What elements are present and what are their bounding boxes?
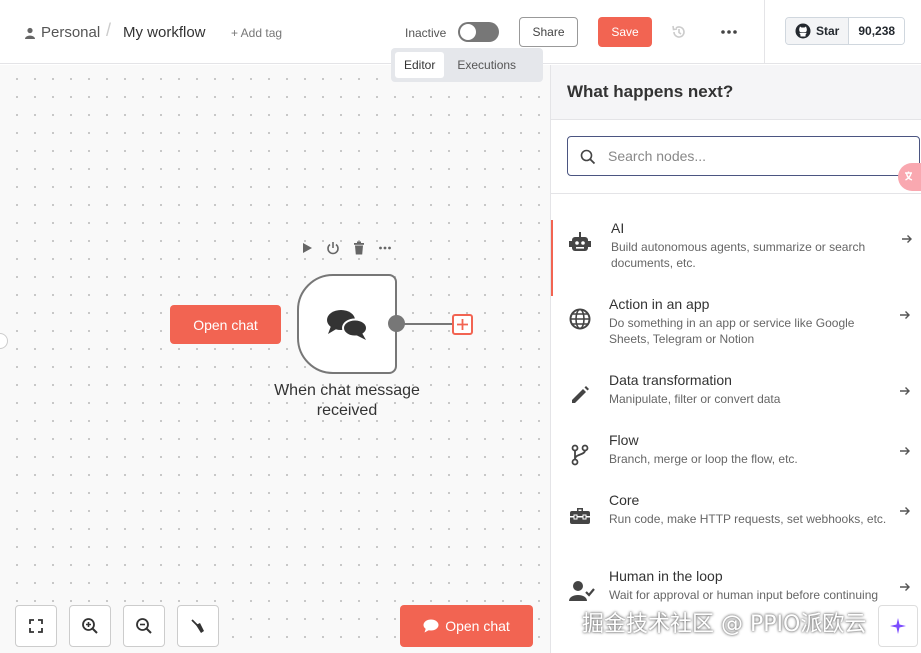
add-node-button[interactable] <box>452 314 473 335</box>
arrow-right-icon <box>900 507 910 515</box>
node-search-box[interactable] <box>567 136 920 176</box>
user-check-icon <box>569 581 595 601</box>
category-description: Wait for approval or human input before … <box>609 588 879 602</box>
open-chat-button[interactable]: Open chat <box>400 605 533 647</box>
node-label: When chat message received <box>274 382 420 419</box>
watermark: 掘金技术社区 @ PPIO派欧云 <box>582 612 867 637</box>
broom-icon <box>191 619 204 633</box>
category-description: Manipulate, filter or convert data <box>609 392 781 406</box>
toolbox-icon <box>570 508 590 524</box>
zoom-out-button[interactable] <box>123 605 165 647</box>
node-connection-line <box>404 323 452 325</box>
chat-icon <box>423 619 439 633</box>
breadcrumb-personal[interactable]: Personal <box>24 24 100 41</box>
category-title: Flow <box>609 432 639 448</box>
zoom-in-icon <box>82 618 98 634</box>
history-icon[interactable] <box>671 24 687 40</box>
pen-icon <box>572 386 589 403</box>
open-chat-node-button[interactable]: Open chat <box>170 305 281 344</box>
more-options-icon[interactable] <box>720 24 738 40</box>
node-creator-panel: What happens next? AI Build autonomous a… <box>550 65 921 653</box>
fit-view-button[interactable] <box>15 605 57 647</box>
arrow-right-icon <box>900 583 910 591</box>
user-icon <box>25 27 35 39</box>
category-core[interactable]: Core Run code, make HTTP requests, set w… <box>551 492 921 568</box>
canvas-edge-handle[interactable] <box>0 333 8 349</box>
toggle-knob <box>460 24 476 40</box>
zoom-in-button[interactable] <box>69 605 111 647</box>
translate-extension-badge[interactable] <box>898 163 921 191</box>
save-button[interactable]: Save <box>598 17 652 47</box>
workflow-name[interactable]: My workflow <box>123 24 206 41</box>
category-title: Action in an app <box>609 296 710 312</box>
category-title: AI <box>611 220 625 236</box>
zoom-out-icon <box>136 618 152 634</box>
branch-icon <box>571 444 589 466</box>
view-tabs: Editor Executions <box>391 48 543 82</box>
chat-trigger-node[interactable] <box>297 274 397 374</box>
workflow-status-label: Inactive <box>405 26 447 40</box>
node-output-handle[interactable] <box>388 315 405 332</box>
globe-icon <box>569 308 591 330</box>
trash-icon[interactable] <box>352 241 366 255</box>
arrow-right-icon <box>900 447 910 455</box>
category-flow[interactable]: Flow Branch, merge or loop the flow, etc… <box>551 432 921 492</box>
plus-icon <box>457 319 468 330</box>
translate-icon <box>904 171 912 181</box>
panel-divider <box>551 193 921 194</box>
category-ai[interactable]: AI Build autonomous agents, summarize or… <box>551 220 921 296</box>
search-input[interactable] <box>608 137 908 175</box>
search-icon <box>580 149 596 165</box>
sparkle-icon <box>890 618 906 634</box>
add-tag-link[interactable]: + Add tag <box>231 26 282 40</box>
fit-view-icon <box>29 619 43 633</box>
github-star-widget[interactable]: Star 90,238 <box>785 17 906 45</box>
header-divider <box>764 0 765 64</box>
github-star-button[interactable]: Star <box>786 18 850 44</box>
ai-assistant-button[interactable] <box>878 605 918 647</box>
play-icon[interactable] <box>300 241 314 255</box>
node-more-icon[interactable] <box>378 241 392 255</box>
breadcrumb-personal-label: Personal <box>41 24 101 41</box>
tidy-up-button[interactable] <box>177 605 219 647</box>
chat-bubbles-icon <box>327 310 368 340</box>
robot-icon <box>569 232 591 251</box>
github-icon <box>795 23 811 39</box>
panel-header: What happens next? <box>551 65 921 120</box>
power-icon[interactable] <box>326 241 340 255</box>
panel-title: What happens next? <box>567 82 734 101</box>
breadcrumb-separator: / <box>106 20 112 40</box>
node-toolbar <box>300 241 392 255</box>
tab-editor[interactable]: Editor <box>395 52 445 78</box>
share-button[interactable]: Share <box>519 17 578 47</box>
github-star-label: Star <box>816 24 840 38</box>
category-title: Human in the loop <box>609 568 723 584</box>
category-title: Data transformation <box>609 372 732 388</box>
category-description: Do something in an app or service like G… <box>609 316 855 346</box>
active-toggle[interactable] <box>458 22 499 42</box>
workflow-canvas[interactable]: Open chat When chat message received Ope… <box>0 65 550 653</box>
category-description: Run code, make HTTP requests, set webhoo… <box>609 512 887 526</box>
open-chat-label: Open chat <box>445 618 510 634</box>
tab-executions[interactable]: Executions <box>448 52 525 78</box>
category-data-transformation[interactable]: Data transformation Manipulate, filter o… <box>551 372 921 432</box>
category-action-in-app[interactable]: Action in an app Do something in an app … <box>551 296 921 372</box>
category-title: Core <box>609 492 640 508</box>
arrow-right-icon <box>900 387 910 395</box>
arrow-right-icon <box>902 235 912 243</box>
github-star-count: 90,238 <box>849 18 905 44</box>
category-description: Branch, merge or loop the flow, etc. <box>609 452 798 466</box>
category-description: Build autonomous agents, summarize or se… <box>611 240 866 270</box>
arrow-right-icon <box>900 311 910 319</box>
